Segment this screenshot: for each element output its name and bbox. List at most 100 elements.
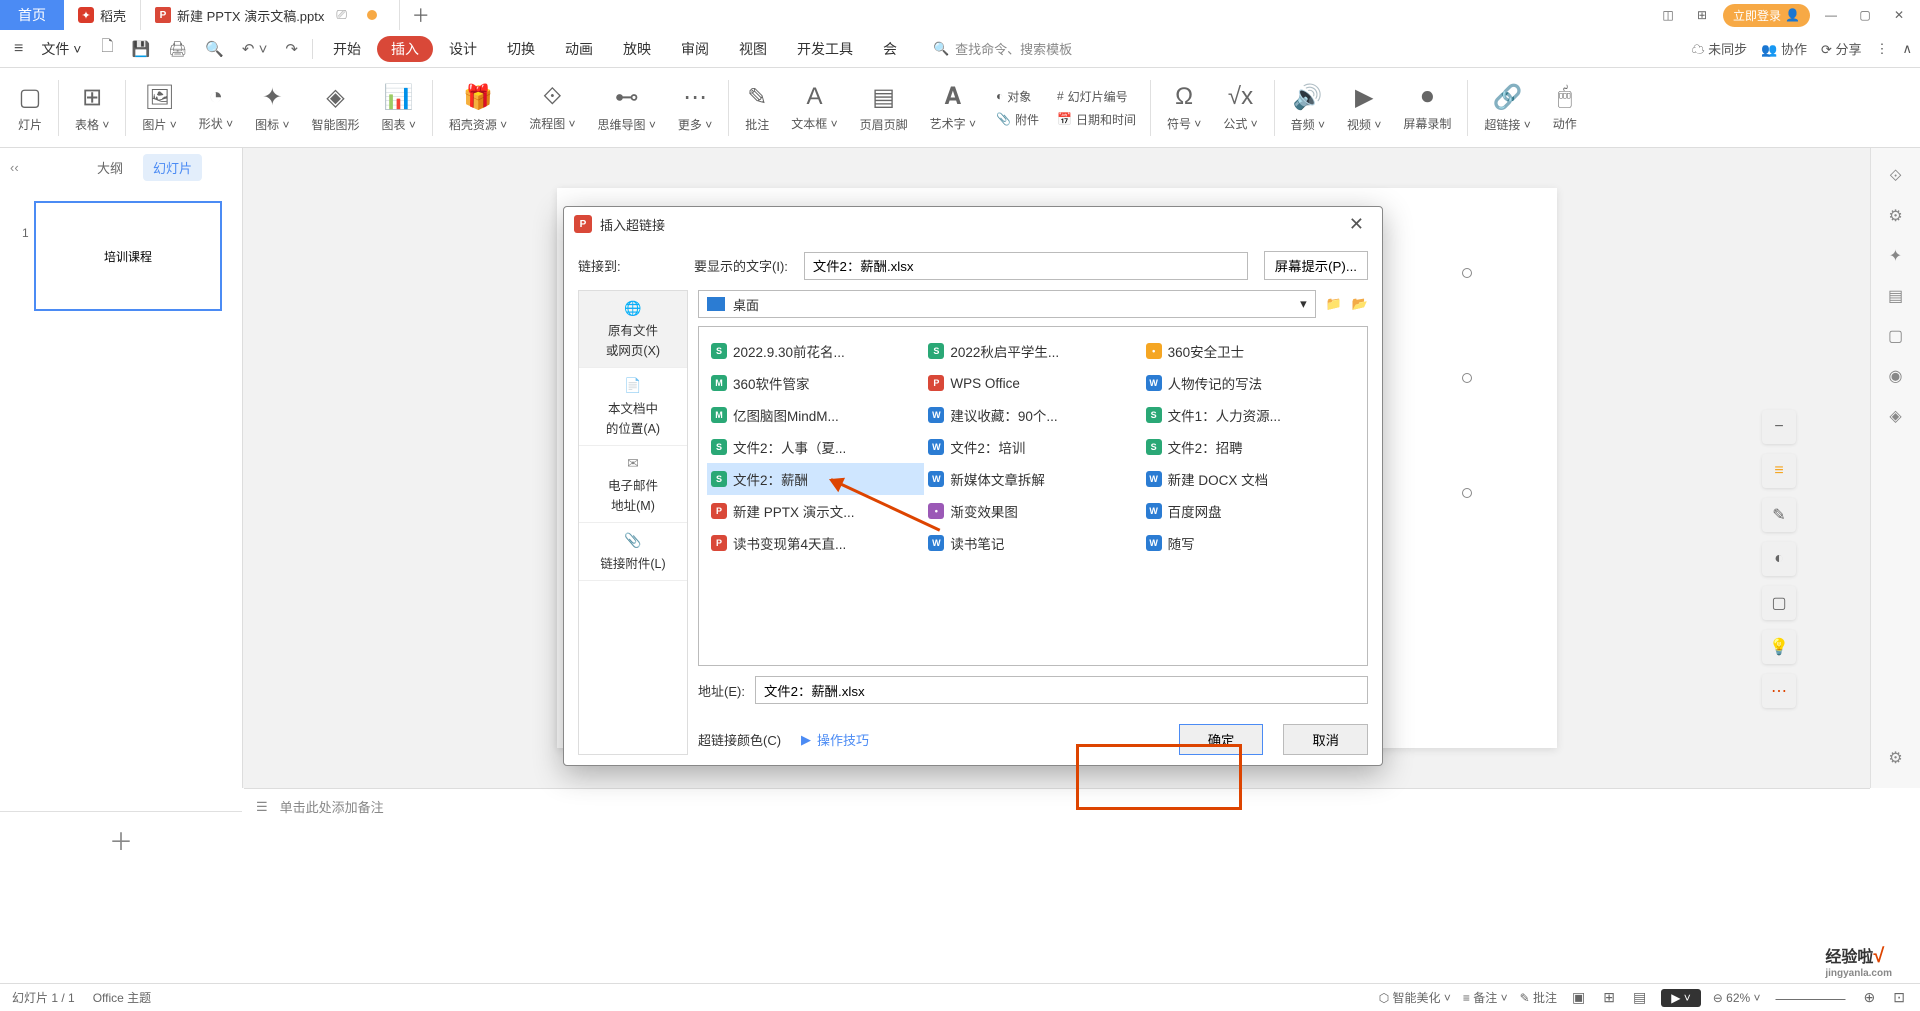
linkto-attach[interactable]: 📎链接附件(L): [579, 523, 687, 580]
address-input[interactable]: [755, 676, 1368, 704]
zoom-out-button[interactable]: −: [1762, 410, 1796, 444]
rib-smartart[interactable]: ◈智能图形: [301, 83, 369, 133]
rib-video[interactable]: ▶视频 ˅: [1337, 83, 1391, 133]
rib-icon[interactable]: ✦图标 ˅: [245, 83, 299, 133]
play-button[interactable]: ▶ ˅: [1661, 989, 1701, 1007]
file-item[interactable]: M亿图脑图MindM...: [707, 399, 924, 431]
print-icon[interactable]: 🖨: [160, 40, 195, 58]
maximize-button[interactable]: ▢: [1852, 8, 1878, 22]
file-item[interactable]: •渐变效果图: [924, 495, 1141, 527]
linkto-file[interactable]: 🌐原有文件 或网页(X): [579, 291, 687, 368]
screentip-button[interactable]: 屏幕提示(P)...: [1264, 251, 1368, 280]
menu-tab-design[interactable]: 设计: [435, 39, 491, 59]
file-item[interactable]: P读书变现第4天直...: [707, 527, 924, 559]
more-button[interactable]: ⋯: [1762, 674, 1796, 708]
hamburger-icon[interactable]: ≡: [8, 40, 29, 58]
menu-tab-meet[interactable]: 会: [869, 39, 911, 59]
menu-tab-start[interactable]: 开始: [319, 39, 375, 59]
file-item[interactable]: PWPS Office: [924, 367, 1141, 399]
zoom-control[interactable]: ⊖ 62% ˅: [1713, 991, 1761, 1005]
rib-datetime[interactable]: 📅 日期和时间: [1057, 111, 1136, 128]
view-reader-icon[interactable]: ▤: [1630, 989, 1649, 1006]
share-button[interactable]: ⟳ 分享: [1821, 39, 1862, 58]
edit-button[interactable]: ✎: [1762, 498, 1796, 532]
display-text-input[interactable]: [804, 252, 1248, 280]
tab-home[interactable]: 首页: [0, 0, 64, 30]
rib-slide[interactable]: ▢灯片: [8, 83, 52, 133]
file-item[interactable]: S文件1：人力资源...: [1142, 399, 1359, 431]
file-item[interactable]: S文件2：薪酬: [707, 463, 924, 495]
file-item[interactable]: S2022秋启平学生...: [924, 335, 1141, 367]
login-button[interactable]: 立即登录 👤: [1723, 4, 1810, 27]
tab-outline[interactable]: 大纲: [95, 154, 125, 181]
file-item[interactable]: W人物传记的写法: [1142, 367, 1359, 399]
new-folder-icon[interactable]: 📂: [1352, 296, 1368, 312]
rib-doke-res[interactable]: 🎁稻壳资源 ˅: [439, 83, 517, 133]
minimize-button[interactable]: —: [1818, 8, 1844, 22]
rib-object[interactable]: ◐ 对象: [996, 88, 1039, 105]
handle[interactable]: [1462, 488, 1472, 498]
rib-comment[interactable]: ✎批注: [735, 83, 779, 133]
rail-icon[interactable]: ◉: [1889, 366, 1903, 386]
operation-tips[interactable]: ▶ 操作技巧: [801, 730, 869, 749]
rib-hyperlink[interactable]: 🔗超链接 ˅: [1474, 83, 1540, 133]
rib-flowchart[interactable]: ⟐流程图 ˅: [519, 83, 585, 132]
undo-icon[interactable]: ↶ ˅: [234, 40, 276, 58]
rail-icon[interactable]: ⟐: [1889, 168, 1902, 186]
color-button[interactable]: ◐: [1762, 542, 1796, 576]
cancel-button[interactable]: 取消: [1283, 724, 1368, 755]
file-item[interactable]: S文件2：人事（夏...: [707, 431, 924, 463]
add-slide-button[interactable]: ＋: [0, 811, 242, 857]
handle[interactable]: [1462, 373, 1472, 383]
link-color-button[interactable]: 超链接颜色(C): [698, 730, 781, 749]
linkto-email[interactable]: ✉电子邮件 地址(M): [579, 446, 687, 523]
rib-shape[interactable]: ◔形状 ˅: [189, 83, 243, 132]
rail-icon[interactable]: ▤: [1888, 286, 1903, 306]
rib-equation[interactable]: √x公式 ˅: [1213, 83, 1267, 132]
view-sorter-icon[interactable]: ⊞: [1600, 989, 1618, 1006]
rib-screenrec[interactable]: ⏺屏幕录制: [1393, 83, 1461, 132]
file-item[interactable]: W建议收藏：90个...: [924, 399, 1141, 431]
close-button[interactable]: ✕: [1886, 8, 1912, 22]
more-icon[interactable]: ⋮: [1875, 41, 1888, 57]
search-box[interactable]: 🔍 查找命令、搜索模板: [933, 39, 1072, 58]
preview-icon[interactable]: 🔍: [197, 40, 232, 58]
unsync-button[interactable]: ☁ 未同步: [1691, 39, 1747, 58]
zoom-in-icon[interactable]: ⊕: [1861, 989, 1879, 1006]
file-item[interactable]: W百度网盘: [1142, 495, 1359, 527]
redo-icon[interactable]: ↷: [277, 40, 306, 58]
file-item[interactable]: W文件2：培训: [924, 431, 1141, 463]
tab-add[interactable]: ＋: [400, 0, 442, 30]
view-normal-icon[interactable]: ▣: [1569, 989, 1588, 1006]
menu-tab-view[interactable]: 视图: [725, 39, 781, 59]
file-item[interactable]: W新建 DOCX 文档: [1142, 463, 1359, 495]
rib-textbox[interactable]: A文本框 ˅: [781, 83, 847, 132]
file-item[interactable]: W新媒体文章拆解: [924, 463, 1141, 495]
layers-button[interactable]: ≡: [1762, 454, 1796, 488]
rib-mindmap[interactable]: ⊷思维导图 ˅: [588, 83, 666, 133]
rib-action[interactable]: 🖱动作: [1543, 83, 1587, 132]
menu-tab-animation[interactable]: 动画: [551, 39, 607, 59]
file-item[interactable]: S2022.9.30前花名...: [707, 335, 924, 367]
notes-button[interactable]: ≡ 备注 ˅: [1463, 989, 1508, 1006]
dialog-close-button[interactable]: ✕: [1341, 214, 1372, 235]
rib-chart[interactable]: 📊图表 ˅: [371, 83, 425, 133]
fit-icon[interactable]: ⊡: [1890, 989, 1908, 1006]
file-item[interactable]: M360软件管家: [707, 367, 924, 399]
rail-icon[interactable]: ▢: [1888, 326, 1903, 346]
grid-icon[interactable]: ⊞: [1689, 8, 1715, 22]
file-item[interactable]: •360安全卫士: [1142, 335, 1359, 367]
menu-tab-review[interactable]: 审阅: [667, 39, 723, 59]
rail-icon[interactable]: ⚙: [1888, 206, 1902, 226]
notes-bar[interactable]: ☰ 单击此处添加备注: [244, 788, 1870, 824]
rib-header[interactable]: ▤页眉页脚: [850, 83, 918, 133]
tab-doke[interactable]: ✦ 稻壳: [64, 0, 141, 30]
ok-button[interactable]: 确定: [1179, 724, 1264, 755]
rib-slidenum[interactable]: # 幻灯片编号: [1057, 88, 1136, 105]
idea-button[interactable]: 💡: [1762, 630, 1796, 664]
collapse-icon[interactable]: ‹‹: [10, 160, 19, 175]
frame-button[interactable]: ▢: [1762, 586, 1796, 620]
tab-slides[interactable]: 幻灯片: [143, 154, 202, 181]
linkto-place[interactable]: 📄本文档中 的位置(A): [579, 368, 687, 445]
up-folder-icon[interactable]: 📁: [1326, 296, 1342, 312]
